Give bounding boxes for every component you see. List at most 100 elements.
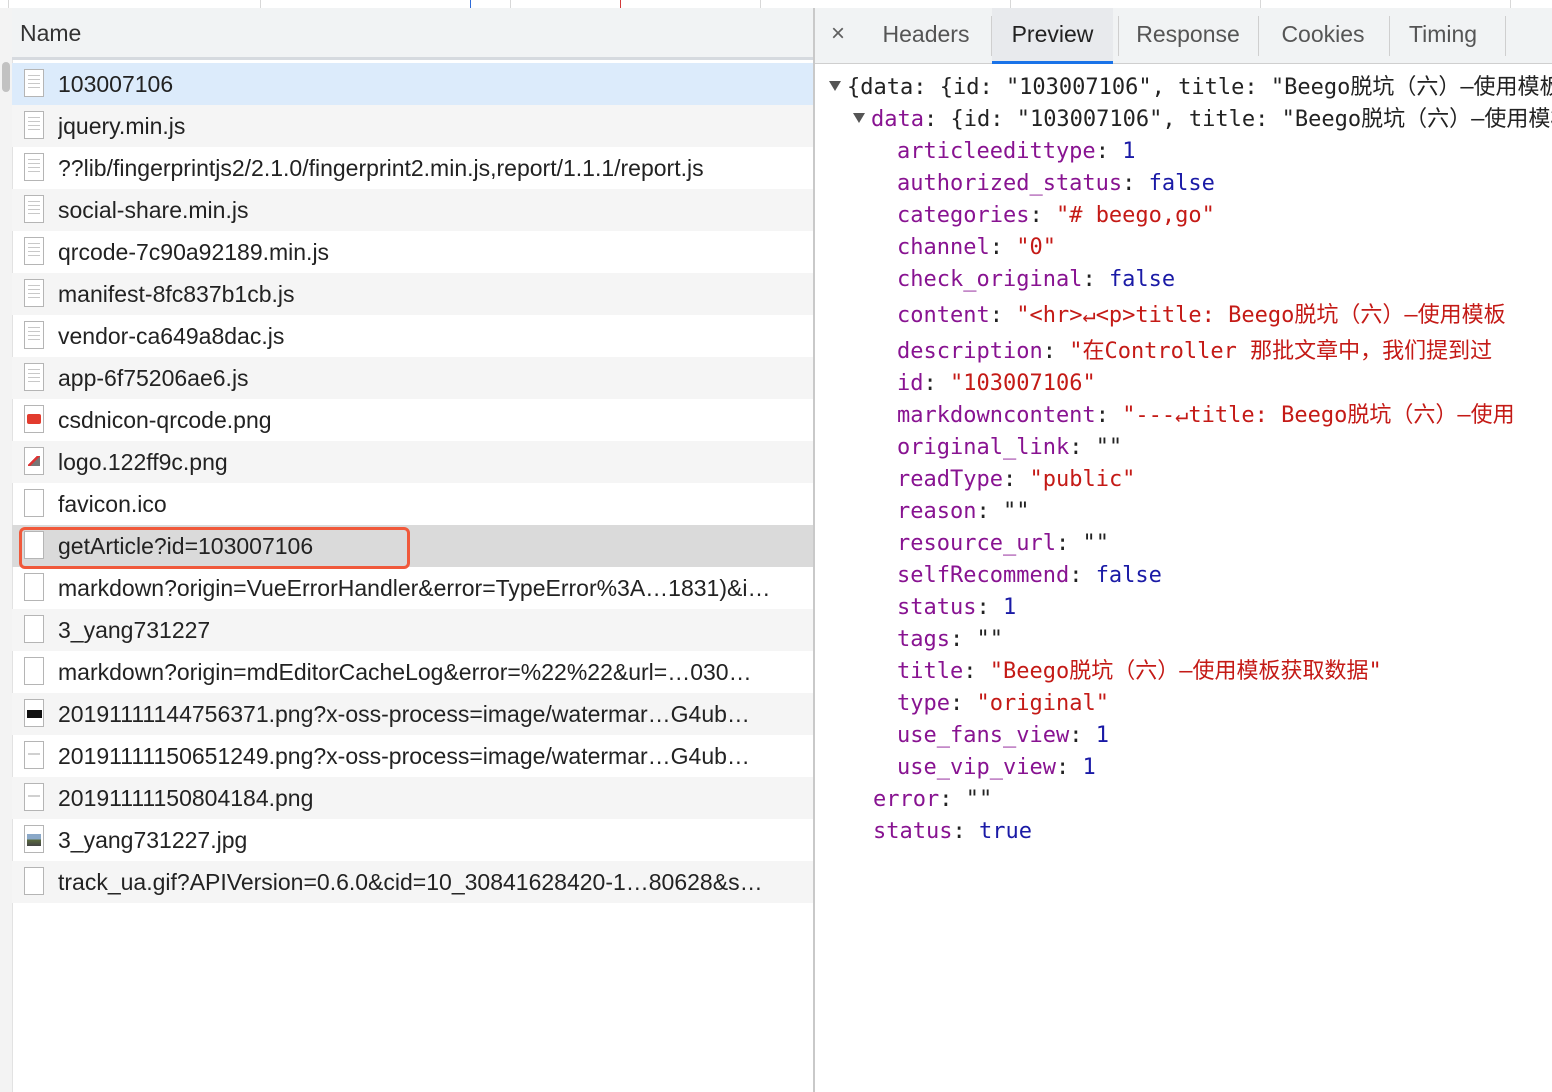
request-name: 103007106 (58, 71, 174, 97)
request-row[interactable]: markdown?origin=VueErrorHandler&error=Ty… (12, 567, 813, 609)
json-field-markdowncontent[interactable]: markdowncontent: "---↵title: Beego脱坑（六）—… (897, 401, 1515, 431)
json-field-readType[interactable]: readType: "public" (897, 465, 1135, 495)
timeline-tick (1010, 0, 1011, 8)
json-field-type[interactable]: type: "original" (897, 689, 1109, 719)
json-field-resource_url[interactable]: resource_url: "" (897, 529, 1109, 559)
json-value: false (1108, 267, 1176, 292)
json-value: "0" (1016, 235, 1056, 260)
request-row[interactable]: manifest-8fc837b1cb.js (12, 273, 813, 315)
json-key: id (897, 371, 924, 396)
json-field-id[interactable]: id: "103007106" (897, 369, 1096, 399)
request-row[interactable]: 3_yang731227 (12, 609, 813, 651)
image-red-icon (24, 405, 44, 433)
json-key: tags (897, 627, 950, 652)
json-field-content[interactable]: content: "<hr>↵<p>title: Beego脱坑（六）—使用模板 (897, 301, 1506, 331)
request-row[interactable]: 20191111150651249.png?x-oss-process=imag… (12, 735, 813, 777)
tab-separator (1118, 16, 1119, 56)
request-row[interactable]: social-share.min.js (12, 189, 813, 231)
timeline-load-marker (620, 0, 621, 8)
request-row[interactable]: logo.122ff9c.png (12, 441, 813, 483)
json-field-status[interactable]: status: true (873, 817, 1032, 847)
request-row[interactable]: 3_yang731227.jpg (12, 819, 813, 861)
request-row[interactable]: vendor-ca649a8dac.js (12, 315, 813, 357)
request-row[interactable]: 103007106 (12, 63, 813, 105)
tab-response[interactable]: Response (1121, 8, 1255, 64)
json-field-tags[interactable]: tags: "" (897, 625, 1003, 655)
json-key: error (873, 787, 940, 812)
json-value: "103007106" (950, 371, 1096, 396)
blank-file-icon (24, 657, 44, 685)
tab-headers[interactable]: Headers (867, 8, 985, 64)
json-field-original_link[interactable]: original_link: "" (897, 433, 1122, 463)
json-key: check_original (897, 267, 1083, 292)
request-row[interactable]: qrcode-7c90a92189.min.js (12, 231, 813, 273)
json-root-summary[interactable]: {data: {id: "103007106", title: "Beego脱坑… (829, 73, 1552, 103)
request-name: manifest-8fc837b1cb.js (58, 281, 295, 307)
json-key: readType (897, 467, 1003, 492)
image-faint-icon (24, 783, 44, 811)
json-key: status (873, 819, 953, 844)
json-value: "Beego脱坑（六）—使用模板获取数据" (989, 659, 1382, 684)
request-row[interactable]: 20191111144756371.png?x-oss-process=imag… (12, 693, 813, 735)
name-column-header[interactable]: Name (12, 8, 813, 60)
json-field-use_fans_view[interactable]: use_fans_view: 1 (897, 721, 1109, 751)
json-field-title[interactable]: title: "Beego脱坑（六）—使用模板获取数据" (897, 657, 1382, 687)
json-key: status (897, 595, 977, 620)
json-field-authorized_status[interactable]: authorized_status: false (897, 169, 1215, 199)
json-value: "original" (976, 691, 1109, 716)
timeline-tick (510, 0, 511, 8)
tab-separator (1258, 16, 1259, 56)
document-icon (24, 321, 44, 349)
json-field-categories[interactable]: categories: "# beego,go" (897, 201, 1215, 231)
tab-timing[interactable]: Timing (1397, 8, 1489, 64)
json-field-selfRecommend[interactable]: selfRecommend: false (897, 561, 1162, 591)
expand-triangle-icon[interactable] (853, 113, 865, 123)
request-row[interactable]: ??lib/fingerprintjs2/2.1.0/fingerprint2.… (12, 147, 813, 189)
json-field-status[interactable]: status: 1 (897, 593, 1016, 623)
image-logo-icon (24, 447, 44, 475)
json-key: authorized_status (897, 171, 1123, 196)
request-row[interactable]: markdown?origin=mdEditorCacheLog&error=%… (12, 651, 813, 693)
json-key: articleedittype (897, 139, 1096, 164)
request-row[interactable]: app-6f75206ae6.js (12, 357, 813, 399)
json-field-channel[interactable]: channel: "0" (897, 233, 1056, 263)
request-name: 20191111144756371.png?x-oss-process=imag… (58, 701, 750, 727)
close-icon[interactable]: × (831, 20, 845, 48)
request-name: csdnicon-qrcode.png (58, 407, 272, 433)
request-row[interactable]: favicon.ico (12, 483, 813, 525)
json-key: channel (897, 235, 990, 260)
tab-preview[interactable]: Preview (992, 8, 1113, 64)
request-name: track_ua.gif?APIVersion=0.6.0&cid=10_308… (58, 869, 763, 895)
json-key: original_link (897, 435, 1070, 460)
json-key: description (897, 339, 1043, 364)
json-value: 1 (1095, 723, 1109, 748)
json-field-error[interactable]: error: "" (873, 785, 992, 815)
json-key: use_fans_view (897, 723, 1070, 748)
json-field-use_vip_view[interactable]: use_vip_view: 1 (897, 753, 1096, 783)
request-row[interactable]: csdnicon-qrcode.png (12, 399, 813, 441)
json-field-check_original[interactable]: check_original: false (897, 265, 1175, 295)
json-key: selfRecommend (897, 563, 1070, 588)
json-field-reason[interactable]: reason: "" (897, 497, 1029, 527)
json-field-description[interactable]: description: "在Controller 那批文章中，我们提到过 (897, 337, 1492, 367)
request-name: jquery.min.js (58, 113, 186, 139)
blank-file-icon (24, 867, 44, 895)
request-row[interactable]: 20191111150804184.png (12, 777, 813, 819)
request-row[interactable]: jquery.min.js (12, 105, 813, 147)
request-name: 20191111150804184.png (58, 785, 314, 811)
json-key: markdowncontent (897, 403, 1096, 428)
request-name: ??lib/fingerprintjs2/2.1.0/fingerprint2.… (58, 155, 704, 181)
request-name: 3_yang731227 (58, 617, 211, 643)
request-row[interactable]: track_ua.gif?APIVersion=0.6.0&cid=10_308… (12, 861, 813, 903)
scrollbar-thumb[interactable] (2, 62, 10, 92)
json-value: false (1095, 563, 1162, 588)
expand-triangle-icon[interactable] (829, 81, 841, 91)
tab-cookies[interactable]: Cookies (1267, 8, 1379, 64)
json-field-articleedittype[interactable]: articleedittype: 1 (897, 137, 1135, 167)
json-value: 1 (1002, 595, 1017, 620)
request-rows: 103007106 jquery.min.js ??lib/fingerprintj… (12, 63, 813, 903)
blank-file-icon (24, 615, 44, 643)
document-icon (24, 153, 44, 181)
json-data-summary[interactable]: data: {id: "103007106", title: "Beego脱坑（… (853, 105, 1552, 135)
request-name: favicon.ico (58, 491, 167, 517)
